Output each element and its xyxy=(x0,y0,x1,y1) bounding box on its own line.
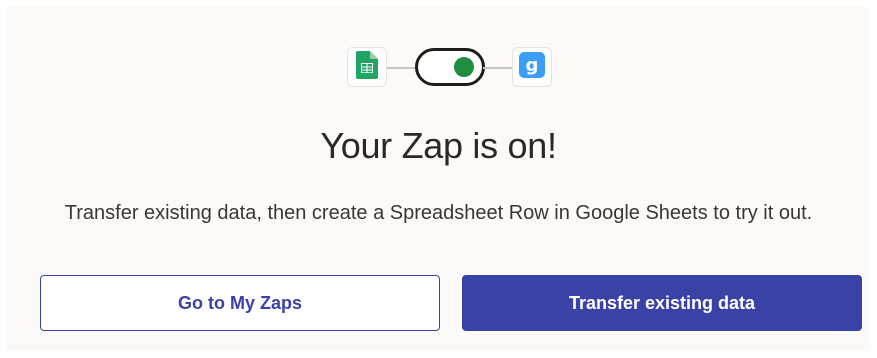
connector-line-right xyxy=(483,67,513,69)
zap-on-panel: g Your Zap is on! Transfer existing data… xyxy=(7,7,870,351)
connector-line-left xyxy=(387,67,417,69)
go-to-my-zaps-button[interactable]: Go to My Zaps xyxy=(40,275,440,331)
google-sheets-tile xyxy=(347,47,387,87)
go-to-my-zaps-label: Go to My Zaps xyxy=(177,292,302,313)
destination-app-tile: g xyxy=(512,47,552,87)
transfer-existing-data-button[interactable]: Transfer existing data xyxy=(462,275,862,331)
toggle-knob xyxy=(454,57,474,77)
gmail-style-g-icon: g xyxy=(519,51,545,83)
page-subtitle: Transfer existing data, then create a Sp… xyxy=(64,202,813,224)
zap-on-toggle[interactable] xyxy=(415,48,485,86)
zap-status-hero: g xyxy=(7,45,870,93)
google-sheets-icon xyxy=(356,50,378,84)
page-title: Your Zap is on! xyxy=(320,125,557,166)
svg-text:g: g xyxy=(526,55,539,76)
transfer-existing-data-label: Transfer existing data xyxy=(568,292,756,313)
